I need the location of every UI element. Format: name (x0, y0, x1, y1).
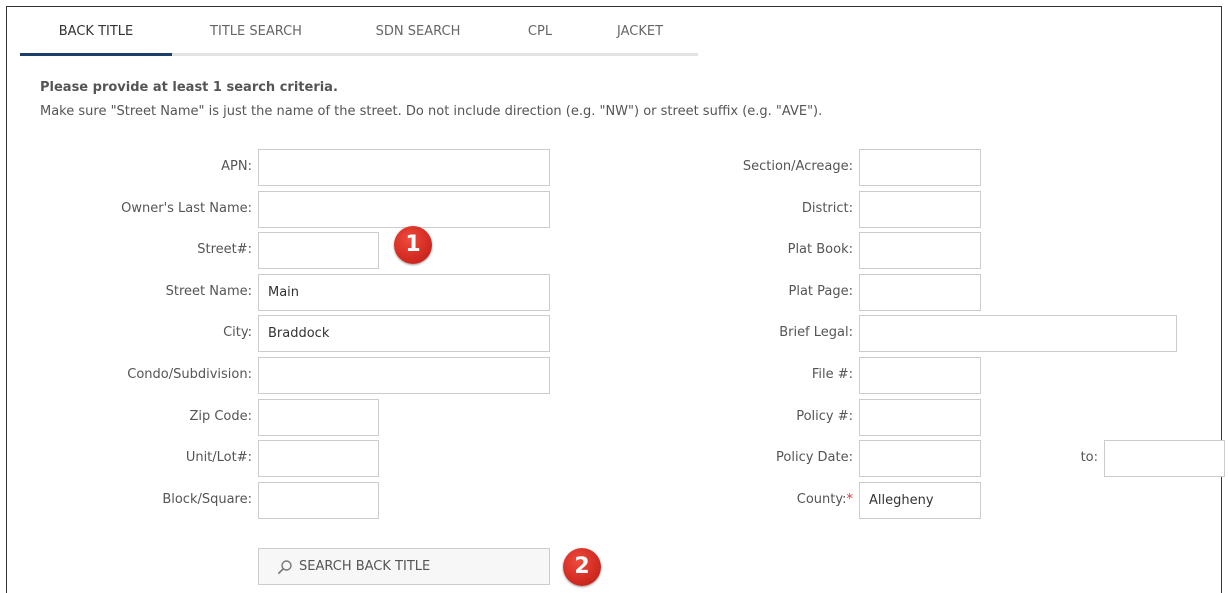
policy-date-to-label: to: (1080, 450, 1098, 465)
block-square-label: Block/Square: (162, 492, 252, 507)
owner-last-name-label: Owner's Last Name: (121, 201, 252, 216)
apn-input[interactable] (258, 149, 550, 186)
zip-code-input[interactable] (258, 399, 379, 436)
policy-number-input[interactable] (859, 399, 981, 436)
brief-legal-input[interactable] (859, 315, 1177, 352)
tab-bar: BACK TITLE TITLE SEARCH SDN SEARCH CPL J… (20, 12, 698, 56)
search-back-title-button[interactable]: SEARCH BACK TITLE (258, 548, 550, 585)
tab-back-title[interactable]: BACK TITLE (20, 12, 172, 56)
unit-lot-label: Unit/Lot#: (185, 450, 252, 465)
annotation-badge-1: 1 (394, 226, 432, 264)
unit-lot-input[interactable] (258, 440, 379, 477)
apn-label: APN: (221, 159, 252, 174)
block-square-input[interactable] (258, 482, 379, 519)
policy-date-to-input[interactable] (1104, 440, 1225, 477)
section-acreage-label: Section/Acreage: (742, 159, 853, 174)
search-icon (277, 559, 292, 574)
annotation-badge-2: 2 (563, 548, 601, 586)
brief-legal-label: Brief Legal: (779, 325, 853, 340)
street-number-label: Street#: (197, 242, 252, 257)
street-name-label: Street Name: (165, 284, 252, 299)
tab-jacket[interactable]: JACKET (600, 12, 680, 56)
city-input[interactable] (258, 315, 550, 352)
section-acreage-input[interactable] (859, 149, 981, 186)
tab-cpl[interactable]: CPL (508, 12, 572, 56)
plat-book-label: Plat Book: (787, 242, 853, 257)
condo-subdivision-input[interactable] (258, 357, 550, 394)
district-label: District: (801, 201, 853, 216)
county-label-wrap: County:* (640, 482, 853, 518)
search-button-label: SEARCH BACK TITLE (299, 559, 431, 574)
plat-page-label: Plat Page: (788, 284, 854, 299)
required-marker: * (846, 492, 854, 507)
policy-date-input[interactable] (859, 440, 981, 477)
required-criteria-message: Please provide at least 1 search criteri… (40, 80, 338, 95)
file-number-label: File #: (811, 367, 853, 382)
county-label: County: (796, 492, 847, 507)
plat-book-input[interactable] (859, 232, 981, 269)
policy-number-label: Policy #: (796, 409, 853, 424)
zip-code-label: Zip Code: (189, 409, 252, 424)
city-label: City: (223, 325, 252, 340)
owner-last-name-input[interactable] (258, 191, 550, 228)
policy-date-label: Policy Date: (776, 450, 853, 465)
street-name-info-message: Make sure "Street Name" is just the name… (40, 104, 823, 119)
county-input[interactable] (859, 482, 981, 519)
file-number-input[interactable] (859, 357, 981, 394)
district-input[interactable] (859, 191, 981, 228)
tab-title-search[interactable]: TITLE SEARCH (180, 12, 332, 56)
street-number-input[interactable] (258, 232, 379, 269)
plat-page-input[interactable] (859, 274, 981, 311)
condo-subdivision-label: Condo/Subdivision: (127, 367, 252, 382)
street-name-input[interactable] (258, 274, 550, 311)
tab-sdn-search[interactable]: SDN SEARCH (350, 12, 486, 56)
